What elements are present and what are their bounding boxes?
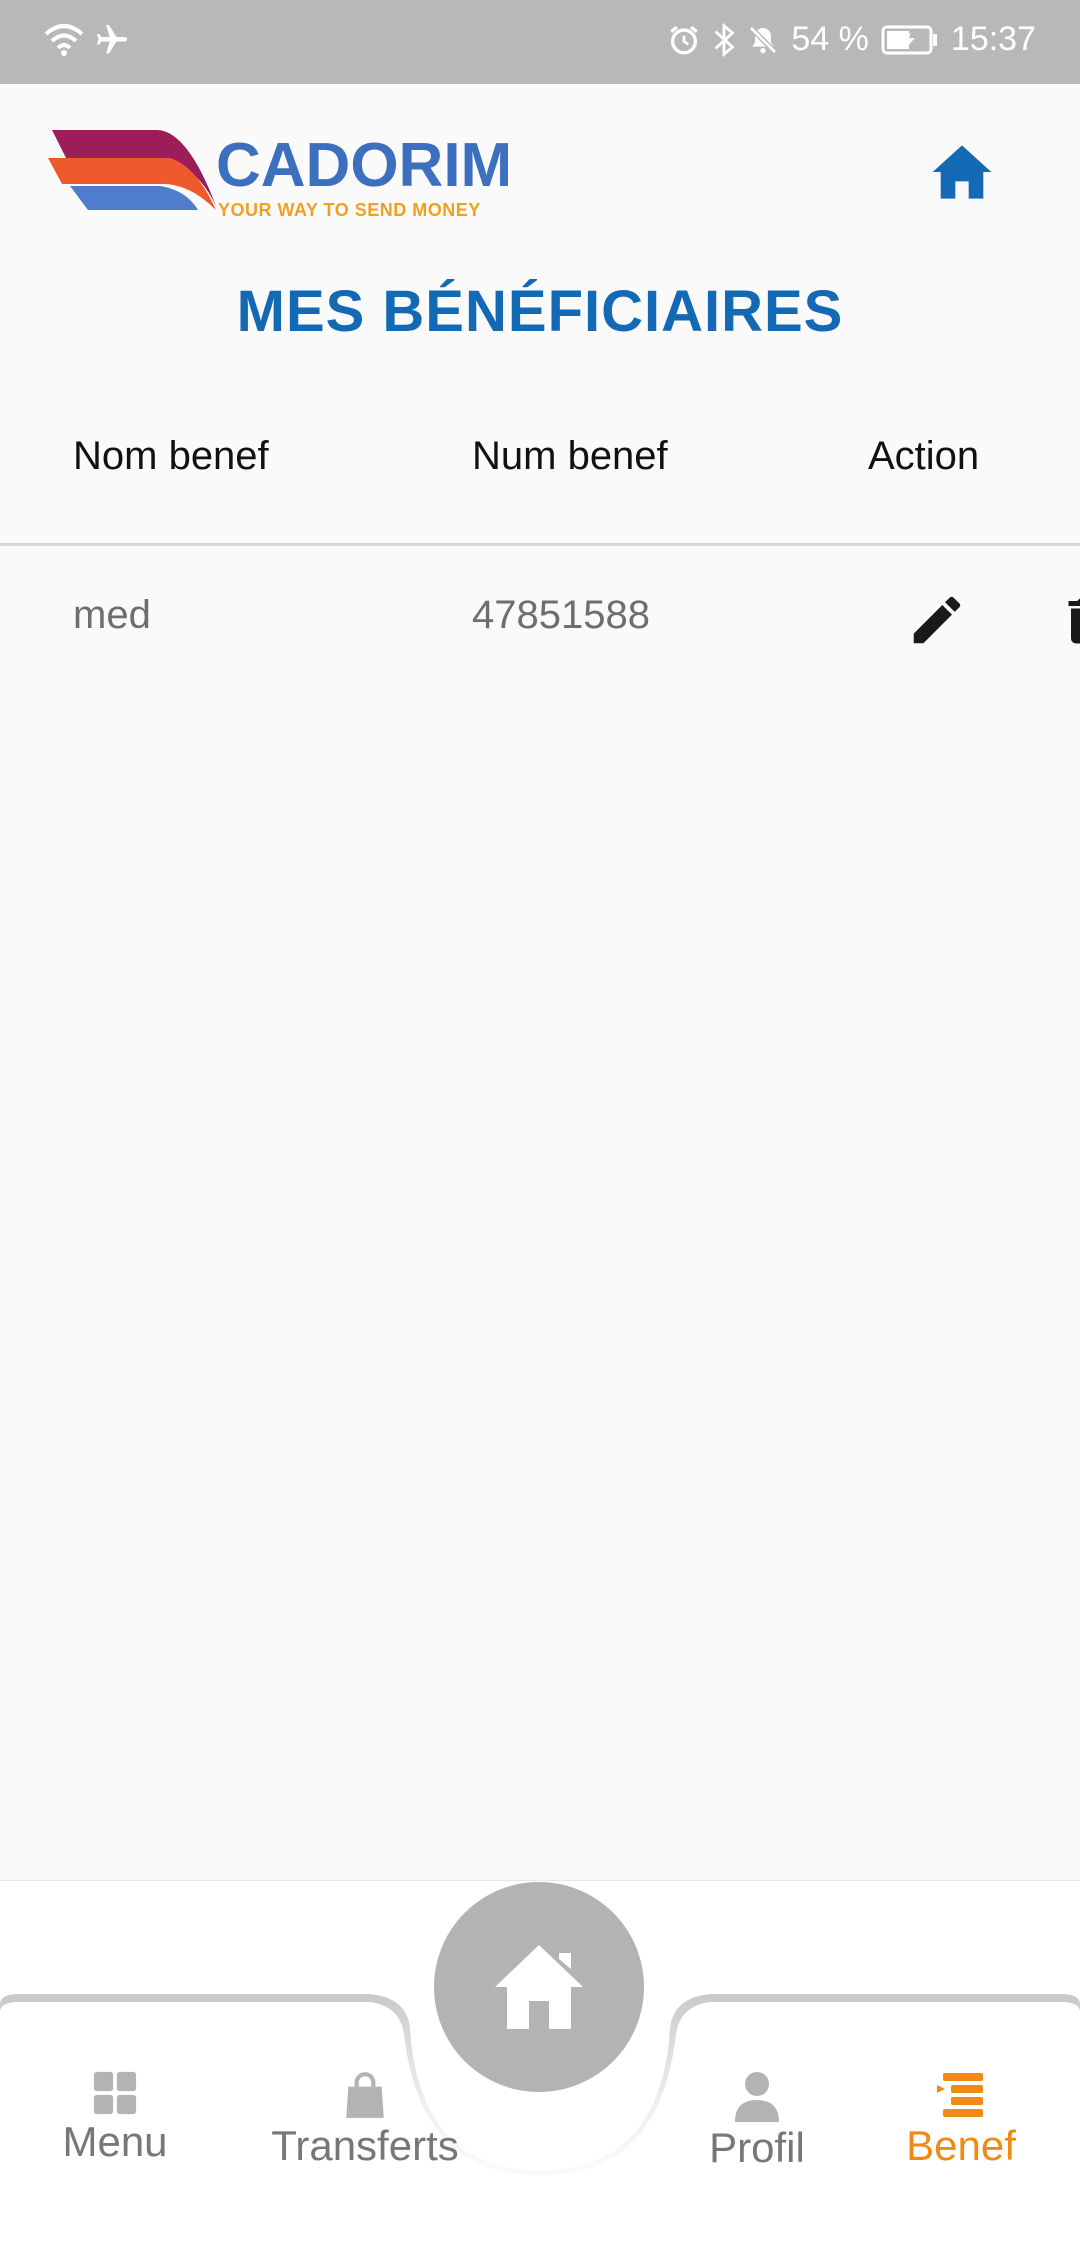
status-bar-right: 54 % 15:37: [667, 20, 1036, 59]
nav-label-profil: Profil: [709, 2124, 805, 2171]
nav-item-menu[interactable]: Menu: [48, 2070, 182, 2166]
shopping-bag-icon: [346, 2072, 384, 2118]
trash-icon: [1068, 598, 1080, 644]
edit-button[interactable]: [906, 589, 968, 651]
status-bar: 54 % 15:37: [0, 0, 1080, 84]
battery-icon: [881, 24, 939, 56]
table-row: med 47851588: [0, 549, 1080, 689]
beneficiary-number: 47851588: [472, 593, 650, 637]
nav-item-profil[interactable]: Profil: [690, 2070, 824, 2172]
table-header: Nom benef Num benef Action: [0, 410, 1080, 546]
page-title: MES BÉNÉFICIAIRES: [236, 279, 844, 344]
battery-percent: 54 %: [791, 20, 869, 58]
center-home-button[interactable]: [434, 1882, 644, 2092]
nav-item-benef[interactable]: Benef: [888, 2070, 1034, 2170]
beneficiary-name: med: [73, 593, 151, 637]
logo-wing-icon: [48, 130, 216, 210]
grid-icon: [93, 2071, 137, 2115]
mute-icon: [747, 23, 779, 57]
cadorim-logo[interactable]: CADORIM YOUR WAY TO SEND MONEY: [48, 128, 512, 228]
delete-button[interactable]: [1056, 589, 1080, 653]
list-icon: [937, 2073, 983, 2117]
nav-label-menu: Menu: [62, 2118, 168, 2165]
column-header-name: Nom benef: [73, 434, 269, 478]
airplane-icon: [97, 25, 127, 54]
column-header-action: Action: [868, 434, 980, 478]
logo-tagline: YOUR WAY TO SEND MONEY: [218, 200, 481, 220]
pencil-icon: [913, 596, 961, 644]
logo-wordmark: CADORIM: [216, 131, 513, 200]
nav-label-transferts: Transferts: [271, 2122, 459, 2169]
app-header: CADORIM YOUR WAY TO SEND MONEY: [0, 84, 1080, 264]
bluetooth-icon: [713, 22, 736, 57]
alarm-icon: [667, 23, 701, 57]
home-button[interactable]: [930, 142, 994, 202]
home-icon: [495, 1945, 583, 2029]
home-icon: [932, 145, 992, 199]
nav-label-benef: Benef: [906, 2122, 1016, 2169]
wifi-icon: [44, 24, 84, 56]
nav-item-transferts[interactable]: Transferts: [250, 2070, 480, 2170]
clock: 15:37: [950, 20, 1036, 58]
status-bar-left: [44, 22, 130, 58]
column-header-number: Num benef: [472, 434, 668, 478]
person-icon: [735, 2072, 779, 2122]
